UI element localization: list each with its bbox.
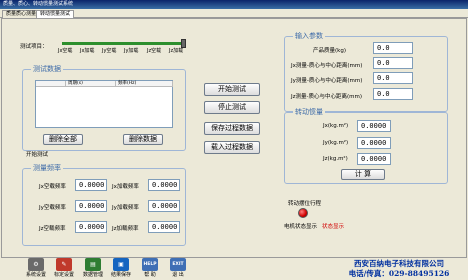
help-label: 帮 助 <box>144 272 156 278</box>
jz-distance-label: Jz测量-质心与中心距离(mm) <box>291 94 363 100</box>
test-data-group: 测试数据 周期(s) 频率(Hz) 删除全部 删除数据 <box>22 65 186 151</box>
jx-distance-label: Jx测量-质心与中心距离(mm) <box>291 63 363 69</box>
motor-status-value: 状态显示 <box>322 224 345 230</box>
tab-mass-center[interactable]: 质量质心测量 <box>2 10 41 18</box>
jx-inertia-field: 0.0000 <box>357 120 391 132</box>
jy-inertia-label: Jy(kg.m²) <box>323 140 349 146</box>
tick-jx-empty: Jx空载 <box>58 48 73 54</box>
test-selector-label: 测试项目： <box>20 44 48 50</box>
load-process-data-button[interactable]: 载入过程数据 <box>204 141 260 154</box>
exit-label: 退 出 <box>172 272 184 278</box>
mass-label: 产品质量(kg) <box>313 48 346 54</box>
tick-jx-load: Jx加载 <box>80 48 95 54</box>
company-contact: 电话/传真：029-88495126 <box>348 269 450 278</box>
footer-toolbar: ⚙ 系统设置 ✎ 标定设置 ▤ 数据管理 ▣ 结果保存 HELP 帮 助 EXI… <box>0 258 468 280</box>
database-icon: ▤ <box>85 258 101 271</box>
jy-distance-input[interactable]: 0.0 <box>373 72 413 84</box>
system-settings-label: 系统设置 <box>25 272 46 278</box>
jz-distance-input[interactable]: 0.0 <box>373 88 413 100</box>
jy-empty-freq-label: Jy空载频率 <box>39 205 66 211</box>
test-data-title: 测试数据 <box>31 65 63 74</box>
jz-load-freq-label: Jz加载频率 <box>112 226 139 232</box>
save-icon: ▣ <box>113 258 129 271</box>
save-process-data-button[interactable]: 保存过程数据 <box>204 122 260 135</box>
gear-icon: ⚙ <box>28 258 44 271</box>
motor-status-label: 电机状态显示 <box>284 224 318 230</box>
measure-frequency-group: 测量频率 Jx空载频率 0.0000 Jx加载频率 0.0000 Jy空载频率 … <box>22 164 186 246</box>
jx-load-freq-label: Jx加载频率 <box>112 184 139 190</box>
exit-icon: EXIT <box>170 258 186 271</box>
jz-inertia-label: Jz(kg.m²) <box>323 156 348 162</box>
test-selector-track[interactable] <box>62 42 184 45</box>
input-params-group: 输入参数 产品质量(kg) 0.0 Jx测量-质心与中心距离(mm) 0.0 J… <box>284 32 448 112</box>
jx-distance-input[interactable]: 0.0 <box>373 57 413 69</box>
data-management-label: 数据管理 <box>82 272 103 278</box>
save-results-button[interactable]: ▣ 结果保存 <box>107 258 135 280</box>
inertia-title: 转动惯量 <box>293 108 325 117</box>
help-button[interactable]: HELP 帮 助 <box>136 258 164 280</box>
test-data-table[interactable]: 周期(s) 频率(Hz) <box>35 80 173 128</box>
input-params-title: 输入参数 <box>293 32 325 41</box>
delete-all-button[interactable]: 删除全部 <box>43 134 83 145</box>
jx-load-freq-field: 0.0000 <box>148 179 180 191</box>
test-status-text: 开始测试 <box>26 152 49 158</box>
system-settings-button[interactable]: ⚙ 系统设置 <box>22 258 50 280</box>
company-info: 西安百纳电子科技有限公司 电话/传真：029-88495126 <box>330 259 468 279</box>
main-panel: 测试项目： Jx空载 Jx加载 Jy空载 Jy加载 Jz空载 Jz加载 测试数据… <box>1 18 467 258</box>
calibration-settings-label: 标定设置 <box>53 272 74 278</box>
save-results-label: 结果保存 <box>110 272 131 278</box>
start-test-button[interactable]: 开始测试 <box>204 83 260 96</box>
jy-inertia-field: 0.0000 <box>357 137 391 149</box>
company-name: 西安百纳电子科技有限公司 <box>354 259 444 268</box>
mass-input[interactable]: 0.0 <box>373 42 413 54</box>
table-corner <box>36 81 66 87</box>
jy-empty-freq-field: 0.0000 <box>75 200 107 212</box>
jz-empty-freq-label: Jz空载频率 <box>39 226 66 232</box>
column-frequency: 频率(Hz) <box>116 81 173 87</box>
column-period: 周期(s) <box>66 81 116 87</box>
jx-empty-freq-field: 0.0000 <box>75 179 107 191</box>
tab-bar: 质量质心测量 转动惯量测试 <box>0 9 468 18</box>
measure-frequency-title: 测量频率 <box>31 164 63 173</box>
tick-jy-load: Jy加载 <box>124 48 139 54</box>
calculate-button[interactable]: 计 算 <box>341 169 385 180</box>
help-icon: HELP <box>142 258 158 271</box>
tab-inertia[interactable]: 转动惯量测试 <box>36 10 75 18</box>
pendulum-status-led <box>298 208 308 218</box>
jy-distance-label: Jy测量-质心与中心距离(mm) <box>291 78 363 84</box>
jz-load-freq-field: 0.0000 <box>148 221 180 233</box>
jx-empty-freq-label: Jx空载频率 <box>39 184 66 190</box>
inertia-group: 转动惯量 Jx(kg.m²) 0.0000 Jy(kg.m²) 0.0000 J… <box>284 108 448 184</box>
calibration-settings-button[interactable]: ✎ 标定设置 <box>50 258 78 280</box>
tick-jy-empty: Jy空载 <box>102 48 117 54</box>
pencil-icon: ✎ <box>56 258 72 271</box>
jz-empty-freq-field: 0.0000 <box>75 221 107 233</box>
window-title: 质量、质心、转动惯量测试系统 <box>0 0 468 9</box>
jy-load-freq-label: Jy加载频率 <box>112 205 139 211</box>
pendulum-travel-label: 转动摆位行程 <box>288 201 322 207</box>
delete-data-button[interactable]: 删除数据 <box>123 134 163 145</box>
exit-button[interactable]: EXIT 退 出 <box>164 258 192 280</box>
jy-load-freq-field: 0.0000 <box>148 200 180 212</box>
jx-inertia-label: Jx(kg.m²) <box>323 123 349 129</box>
jz-inertia-field: 0.0000 <box>357 153 391 165</box>
data-management-button[interactable]: ▤ 数据管理 <box>79 258 107 280</box>
tick-jz-empty: Jz空载 <box>147 48 162 54</box>
stop-test-button[interactable]: 停止测试 <box>204 101 260 114</box>
tick-jz-load: Jz加载 <box>169 48 184 54</box>
